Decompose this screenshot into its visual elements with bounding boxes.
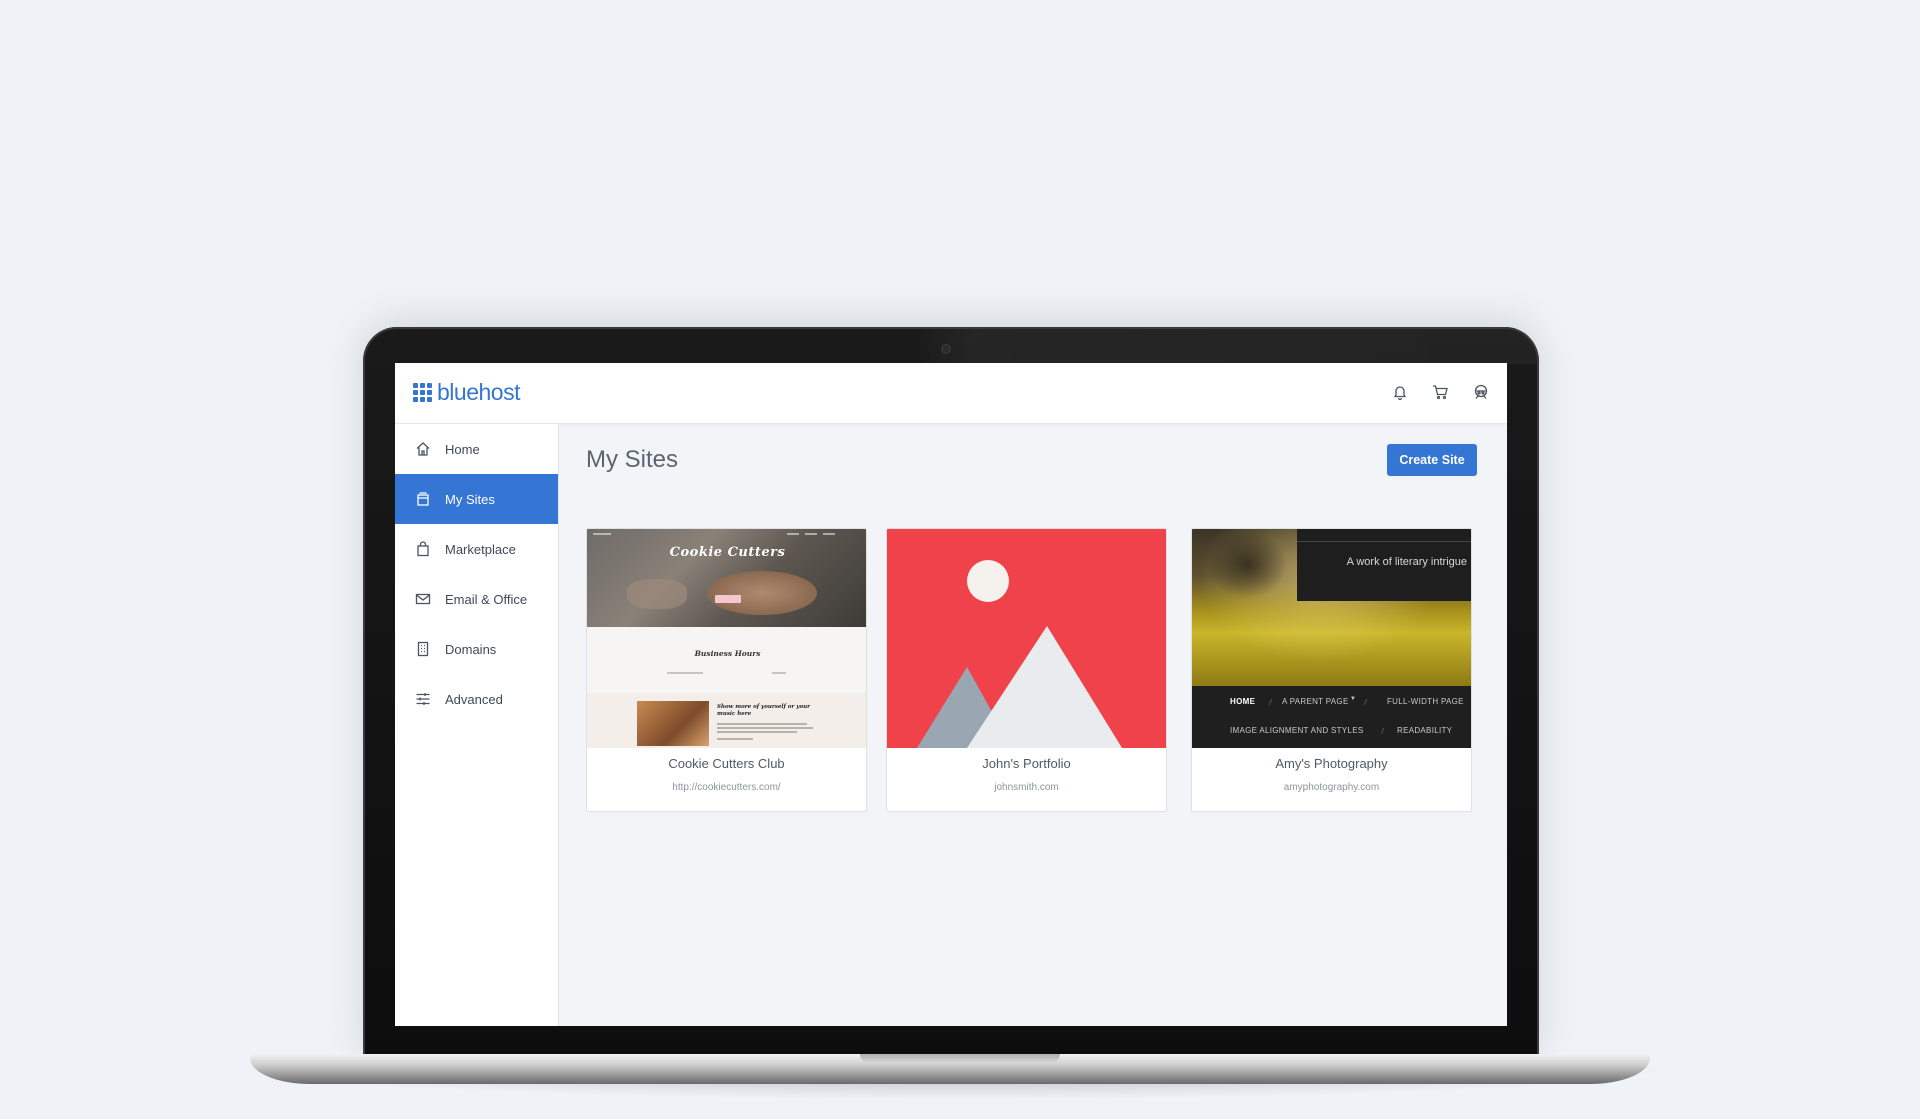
page-title: My Sites <box>586 446 679 473</box>
thumb-text-line <box>717 727 813 729</box>
thumb-tagline: A work of literary intrigue <box>1346 556 1467 568</box>
sites-icon <box>415 491 431 507</box>
thumb-nav-item: IMAGE ALIGNMENT AND STYLES <box>1230 726 1364 735</box>
thumb-nav-item: A PARENT PAGE <box>1282 697 1349 706</box>
thumb-button <box>715 595 741 603</box>
hand-shape <box>627 579 687 609</box>
home-icon <box>415 441 431 457</box>
site-thumbnail[interactable]: Cookie Cutters Business Hours Show more … <box>587 529 866 748</box>
promo-section: Show more of yourself or your music here <box>587 693 866 748</box>
thumb-text-line <box>772 672 786 674</box>
site-name[interactable]: John's Portfolio <box>887 756 1166 771</box>
thumb-section-title: Business Hours <box>694 649 761 658</box>
thumb-nav-item: FULL-WIDTH PAGE <box>1387 697 1464 706</box>
site-thumbnail[interactable]: A work of literary intrigue HOME A PAREN… <box>1192 529 1471 748</box>
sidebar-item-label: Email & Office <box>445 591 528 607</box>
site-card-cookie-cutters[interactable]: Cookie Cutters Business Hours Show more … <box>586 528 867 812</box>
thumb-nav-separator <box>1380 728 1385 734</box>
tree-shape <box>1207 529 1287 599</box>
sidebar-item-label: My Sites <box>445 491 495 507</box>
brand-logo[interactable]: bluehost <box>413 381 520 404</box>
bell-icon[interactable] <box>1392 384 1408 400</box>
sliders-icon <box>415 691 431 707</box>
brand-name: bluehost <box>437 379 520 405</box>
thumb-promo-title: Show more of yourself or your music here <box>717 704 811 717</box>
site-name[interactable]: Cookie Cutters Club <box>587 756 866 771</box>
pastry-photo <box>637 701 709 746</box>
thumb-text-line <box>717 723 807 725</box>
business-hours-section: Business Hours <box>587 627 866 693</box>
thumb-text-line <box>717 738 753 740</box>
sidebar-item-home[interactable]: Home <box>395 424 558 474</box>
sidebar-item-marketplace[interactable]: Marketplace <box>395 524 558 574</box>
thumb-nav-separator <box>1268 699 1273 705</box>
overlay-rule <box>1297 541 1471 542</box>
site-card-johns-portfolio[interactable]: John's Portfolio johnsmith.com <box>886 528 1167 812</box>
site-card-amys-photography[interactable]: A work of literary intrigue HOME A PAREN… <box>1191 528 1472 812</box>
account-icon[interactable] <box>1473 384 1489 400</box>
bezel-glare <box>910 329 1537 364</box>
hero-image: Cookie Cutters <box>587 529 866 627</box>
thumb-text-line <box>667 672 703 674</box>
thumb-nav-separator <box>1363 699 1368 705</box>
thumb-nav <box>587 531 866 537</box>
thumb-nav: HOME A PARENT PAGE ▼ FULL-WIDTH PAGE IMA… <box>1192 686 1471 748</box>
sidebar-item-advanced[interactable]: Advanced <box>395 674 558 724</box>
site-url[interactable]: http://cookiecutters.com/ <box>587 782 866 793</box>
site-url[interactable]: johnsmith.com <box>887 782 1166 793</box>
thumb-title: Cookie Cutters <box>669 545 786 560</box>
building-icon <box>415 641 431 657</box>
cart-icon[interactable] <box>1432 384 1449 400</box>
envelope-icon <box>415 591 431 607</box>
site-url[interactable]: amyphotography.com <box>1192 782 1471 793</box>
thumb-nav-item: READABILITY <box>1397 726 1453 735</box>
create-site-button[interactable]: Create Site <box>1387 444 1477 476</box>
top-icons <box>1392 384 1489 400</box>
main-content: My Sites Create Site Cookie Cutters Busi… <box>560 424 1507 1026</box>
sidebar-item-domains[interactable]: Domains <box>395 624 558 674</box>
sidebar-item-label: Domains <box>445 641 497 657</box>
logo-grid-icon <box>413 383 432 402</box>
sidebar-item-my-sites[interactable]: My Sites <box>395 474 558 524</box>
sidebar-item-label: Advanced <box>445 691 503 707</box>
thumb-text-line <box>717 731 797 733</box>
top-bar: bluehost <box>395 363 1507 424</box>
placeholder-image-icon <box>917 560 1122 748</box>
sidebar: Home My Sites Marketplace Email & Office… <box>395 424 559 1026</box>
sidebar-item-label: Marketplace <box>445 541 516 557</box>
laptop-notch <box>860 1054 1060 1063</box>
app-screen: bluehost Home My Sites Marketplace Email… <box>395 363 1507 1026</box>
site-thumbnail[interactable] <box>887 529 1166 748</box>
thumb-nav-item: HOME <box>1230 697 1256 706</box>
shopping-bag-icon <box>415 541 431 557</box>
camera-icon <box>941 344 951 354</box>
chevron-down-icon: ▼ <box>1350 696 1357 702</box>
sidebar-item-email-office[interactable]: Email & Office <box>395 574 558 624</box>
bowl-shape <box>707 571 817 615</box>
site-name[interactable]: Amy's Photography <box>1192 756 1471 771</box>
sidebar-item-label: Home <box>445 441 480 457</box>
